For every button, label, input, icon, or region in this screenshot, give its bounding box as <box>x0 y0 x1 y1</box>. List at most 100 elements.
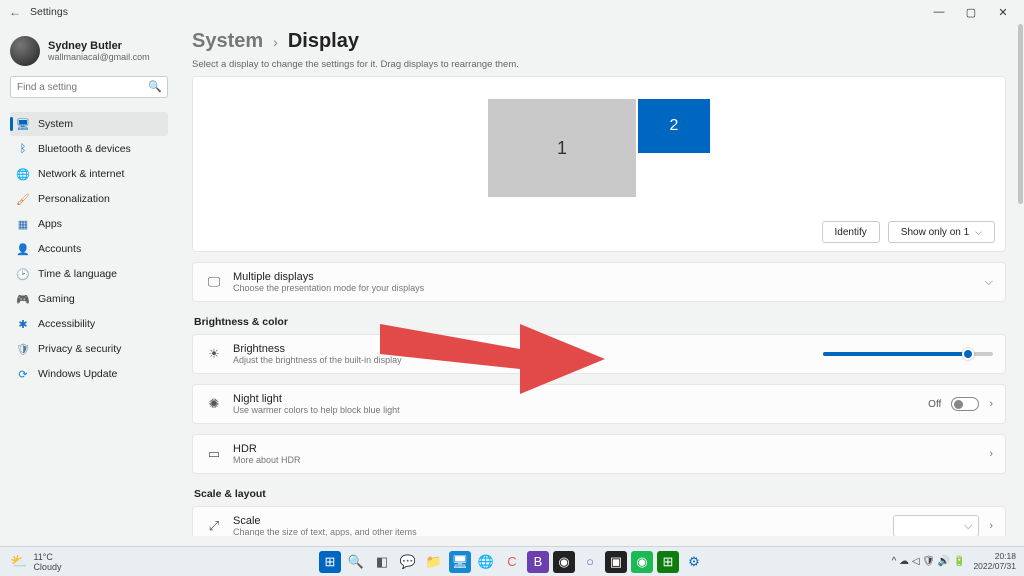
night-light-toggle[interactable] <box>951 397 979 411</box>
taskbar-app[interactable]: ◉ <box>553 551 575 573</box>
minimize-button[interactable]: — <box>932 6 946 19</box>
nav-label: Bluetooth & devices <box>38 143 131 155</box>
identify-button[interactable]: Identify <box>822 221 880 243</box>
scrollbar[interactable] <box>1016 24 1024 546</box>
taskbar-app[interactable]: ⚙ <box>683 551 705 573</box>
chevron-right-icon: › <box>989 520 993 532</box>
hdr-row[interactable]: ▭ HDR More about HDR › <box>192 434 1006 474</box>
section-brightness-color: Brightness & color <box>194 316 1006 328</box>
nav-label: Personalization <box>38 193 110 205</box>
nav-item-personalization[interactable]: 🖌 Personalization <box>10 187 168 211</box>
brightness-icon: ☀ <box>205 346 223 362</box>
tray-icons[interactable]: ^ ☁ ◁ 🛡 🔊 🔋 <box>892 556 966 567</box>
search-box[interactable]: 🔍 <box>10 76 168 98</box>
scrollbar-thumb[interactable] <box>1018 24 1023 204</box>
taskbar-app[interactable]: ◧ <box>371 551 393 573</box>
nav-label: Apps <box>38 218 62 230</box>
night-light-sub: Use warmer colors to help block blue lig… <box>233 405 400 415</box>
show-only-dropdown[interactable]: Show only on 1⌵ <box>888 221 995 243</box>
nav-icon: 🖥 <box>16 118 30 131</box>
window-controls: — ▢ ✕ <box>932 6 1018 19</box>
nav-item-apps[interactable]: ▦ Apps <box>10 212 168 236</box>
back-button[interactable]: ← <box>6 5 24 19</box>
app-title: Settings <box>30 6 68 18</box>
nav-label: Network & internet <box>38 168 124 180</box>
chevron-right-icon: › <box>989 448 993 460</box>
hdr-title: HDR <box>233 443 301 455</box>
scale-row[interactable]: ⤢ Scale Change the size of text, apps, a… <box>192 506 1006 536</box>
nav-label: Accounts <box>38 243 81 255</box>
taskbar-app[interactable]: 🖥 <box>449 551 471 573</box>
multiple-displays-icon: 🖵 <box>205 274 223 290</box>
nav-item-accounts[interactable]: 👤 Accounts <box>10 237 168 261</box>
page-title: Display <box>288 30 359 53</box>
nav-label: Privacy & security <box>38 343 121 355</box>
nav-list: 🖥 System ᛒ Bluetooth & devices 🌐Network & in… <box>10 112 168 386</box>
nav-item-gaming[interactable]: 🎮 Gaming <box>10 287 168 311</box>
nav-item-bluetooth-devices[interactable]: ᛒ Bluetooth & devices <box>10 137 168 161</box>
nav-label: Time & language <box>38 268 117 280</box>
taskbar-app[interactable]: 💬 <box>397 551 419 573</box>
nav-icon: ⟳ <box>16 368 30 381</box>
system-tray: ^ ☁ ◁ 🛡 🔊 🔋 20:18 2022/07/31 <box>892 552 1024 571</box>
nav-item-windows-update[interactable]: ⟳Windows Update <box>10 362 168 386</box>
brightness-slider[interactable] <box>823 352 993 356</box>
nav-item-network-internet[interactable]: 🌐Network & internet <box>10 162 168 186</box>
breadcrumb-parent[interactable]: System <box>192 30 263 53</box>
nav-icon: 👤 <box>16 243 30 256</box>
nav-icon: ✱ <box>16 318 30 331</box>
search-icon: 🔍 <box>148 80 162 93</box>
sidebar: Sydney Butler wallmaniacal@gmail.com 🔍 🖥… <box>0 24 174 536</box>
nav-item-system[interactable]: 🖥 System <box>10 112 168 136</box>
user-name: Sydney Butler <box>48 40 150 52</box>
brightness-sub: Adjust the brightness of the built-in di… <box>233 355 402 365</box>
scale-title: Scale <box>233 515 417 527</box>
taskbar-app[interactable]: ⊞ <box>319 551 341 573</box>
maximize-button[interactable]: ▢ <box>964 6 978 19</box>
nav-icon: 🎮 <box>16 293 30 306</box>
taskbar-app[interactable]: ▣ <box>605 551 627 573</box>
chevron-right-icon: › <box>989 398 993 410</box>
taskbar-apps: ⊞🔍◧💬📁🖥🌐CB◉○▣◉⊞⚙ <box>319 551 705 573</box>
nav-icon: ᛒ <box>16 143 30 155</box>
chevron-down-icon: ⌵ <box>975 227 982 238</box>
taskbar-app[interactable]: ○ <box>579 551 601 573</box>
hdr-icon: ▭ <box>205 446 223 462</box>
nav-item-time-language[interactable]: 🕑Time & language <box>10 262 168 286</box>
nav-icon: 🛡 <box>16 343 30 356</box>
scale-sub: Change the size of text, apps, and other… <box>233 527 417 536</box>
night-light-title: Night light <box>233 393 400 405</box>
search-input[interactable] <box>10 76 168 98</box>
monitor-2[interactable]: 2 <box>638 99 710 153</box>
taskbar-app[interactable]: ◉ <box>631 551 653 573</box>
taskbar-app[interactable]: 📁 <box>423 551 445 573</box>
nav-item-privacy-security[interactable]: 🛡 Privacy & security <box>10 337 168 361</box>
nav-label: Gaming <box>38 293 75 305</box>
multiple-displays-row[interactable]: 🖵 Multiple displays Choose the presentat… <box>192 262 1006 302</box>
taskbar-app[interactable]: ⊞ <box>657 551 679 573</box>
monitor-1[interactable]: 1 <box>488 99 636 197</box>
scale-dropdown[interactable]: ⌵ <box>893 515 979 536</box>
taskbar-app[interactable]: 🔍 <box>345 551 367 573</box>
nav-label: System <box>38 118 73 130</box>
user-profile[interactable]: Sydney Butler wallmaniacal@gmail.com <box>10 36 168 66</box>
hdr-link[interactable]: More about HDR <box>233 455 301 465</box>
taskbar-app[interactable]: C <box>501 551 523 573</box>
taskbar-app[interactable]: 🌐 <box>475 551 497 573</box>
taskbar-app[interactable]: B <box>527 551 549 573</box>
weather-temp: 11°C <box>33 552 61 562</box>
chevron-down-icon: ⌵ <box>964 520 972 533</box>
clock[interactable]: 20:18 2022/07/31 <box>973 552 1016 571</box>
nav-item-accessibility[interactable]: ✱Accessibility <box>10 312 168 336</box>
close-button[interactable]: ✕ <box>996 6 1010 19</box>
main-panel: System › Display Select a display to cha… <box>174 24 1024 536</box>
display-arrangement-panel: 1 2 Identify Show only on 1⌵ <box>192 76 1006 252</box>
nav-icon: ▦ <box>16 218 30 231</box>
night-light-row[interactable]: ✺ Night light Use warmer colors to help … <box>192 384 1006 424</box>
section-scale-layout: Scale & layout <box>194 488 1006 500</box>
multiple-displays-title: Multiple displays <box>233 271 424 283</box>
avatar <box>10 36 40 66</box>
weather-widget[interactable]: ⛅ 11°C Cloudy <box>0 552 71 572</box>
chevron-right-icon: › <box>273 34 278 50</box>
nav-icon: 🖌 <box>16 193 30 206</box>
